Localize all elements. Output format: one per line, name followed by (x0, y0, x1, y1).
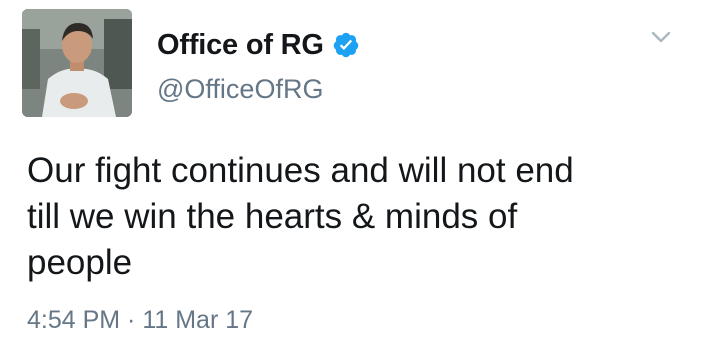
author-row: Office of RG (157, 26, 360, 64)
tweet-card: Office of RG @OfficeOfRG Our fight conti… (0, 0, 720, 362)
avatar-photo (22, 9, 132, 117)
tweet-text-line: till we win the hearts & minds of (27, 197, 518, 236)
tweet-timestamp[interactable]: 4:54 PM · 11 Mar 17 (27, 306, 253, 335)
author-handle[interactable]: @OfficeOfRG (157, 74, 323, 105)
display-name[interactable]: Office of RG (157, 29, 324, 62)
tweet-text-line: Our fight continues and will not end (27, 151, 574, 190)
chevron-down-icon[interactable] (648, 24, 674, 50)
verified-badge-icon (332, 31, 360, 59)
avatar[interactable] (22, 9, 132, 117)
tweet-text-line: people (27, 243, 133, 282)
tweet-text: Our fight continues and will not end til… (27, 148, 707, 286)
